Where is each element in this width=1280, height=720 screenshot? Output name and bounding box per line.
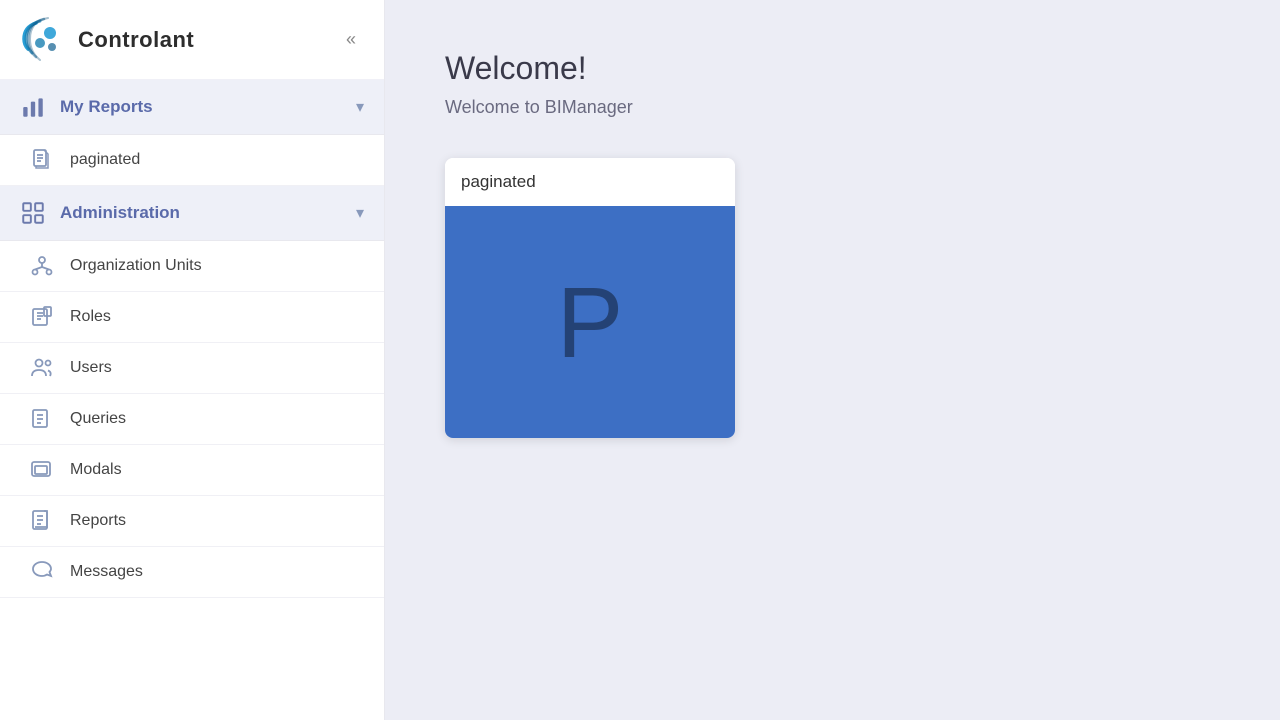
card-body: P: [445, 208, 735, 438]
nav-item-queries[interactable]: Queries: [0, 394, 384, 445]
modals-icon: [30, 458, 54, 482]
logo-area: Controlant «: [0, 0, 384, 80]
messages-label: Messages: [70, 563, 143, 581]
nav-item-messages[interactable]: Messages: [0, 547, 384, 598]
nav-item-modals[interactable]: Modals: [0, 445, 384, 496]
my-reports-section-header[interactable]: My Reports ▾: [0, 80, 384, 135]
admin-icon: [20, 200, 46, 226]
queries-label: Queries: [70, 410, 126, 428]
messages-icon: [30, 560, 54, 584]
roles-label: Roles: [70, 308, 111, 326]
paginated-label: paginated: [70, 151, 140, 169]
app-title: Controlant: [78, 27, 194, 53]
nav-item-users[interactable]: Users: [0, 343, 384, 394]
my-reports-chevron: ▾: [356, 97, 364, 117]
collapse-button[interactable]: «: [338, 25, 364, 54]
bar-chart-icon: [20, 94, 46, 120]
card-letter: P: [557, 273, 624, 373]
nav-item-roles[interactable]: Roles: [0, 292, 384, 343]
reports-icon: [30, 509, 54, 533]
document-icon: [30, 148, 54, 172]
welcome-title: Welcome!: [445, 50, 1220, 87]
my-reports-label: My Reports: [60, 97, 356, 117]
administration-chevron: ▾: [356, 203, 364, 223]
nav-item-paginated[interactable]: paginated: [0, 135, 384, 186]
report-card-paginated[interactable]: paginated P: [445, 158, 735, 438]
welcome-subtitle: Welcome to BIManager: [445, 97, 1220, 118]
users-icon: [30, 356, 54, 380]
administration-section-header[interactable]: Administration ▾: [0, 186, 384, 241]
users-label: Users: [70, 359, 112, 377]
administration-label: Administration: [60, 203, 356, 223]
logo-icon: [20, 17, 66, 63]
card-title: paginated: [445, 158, 735, 208]
roles-icon: [30, 305, 54, 329]
sidebar: Controlant « My Reports ▾ paginated: [0, 0, 385, 720]
org-units-icon: [30, 254, 54, 278]
main-content: Welcome! Welcome to BIManager paginated …: [385, 0, 1280, 720]
queries-icon: [30, 407, 54, 431]
reports-label: Reports: [70, 512, 126, 530]
content-area: Welcome! Welcome to BIManager paginated …: [385, 0, 1280, 720]
nav-item-organization-units[interactable]: Organization Units: [0, 241, 384, 292]
organization-units-label: Organization Units: [70, 257, 202, 275]
nav-item-reports[interactable]: Reports: [0, 496, 384, 547]
modals-label: Modals: [70, 461, 122, 479]
